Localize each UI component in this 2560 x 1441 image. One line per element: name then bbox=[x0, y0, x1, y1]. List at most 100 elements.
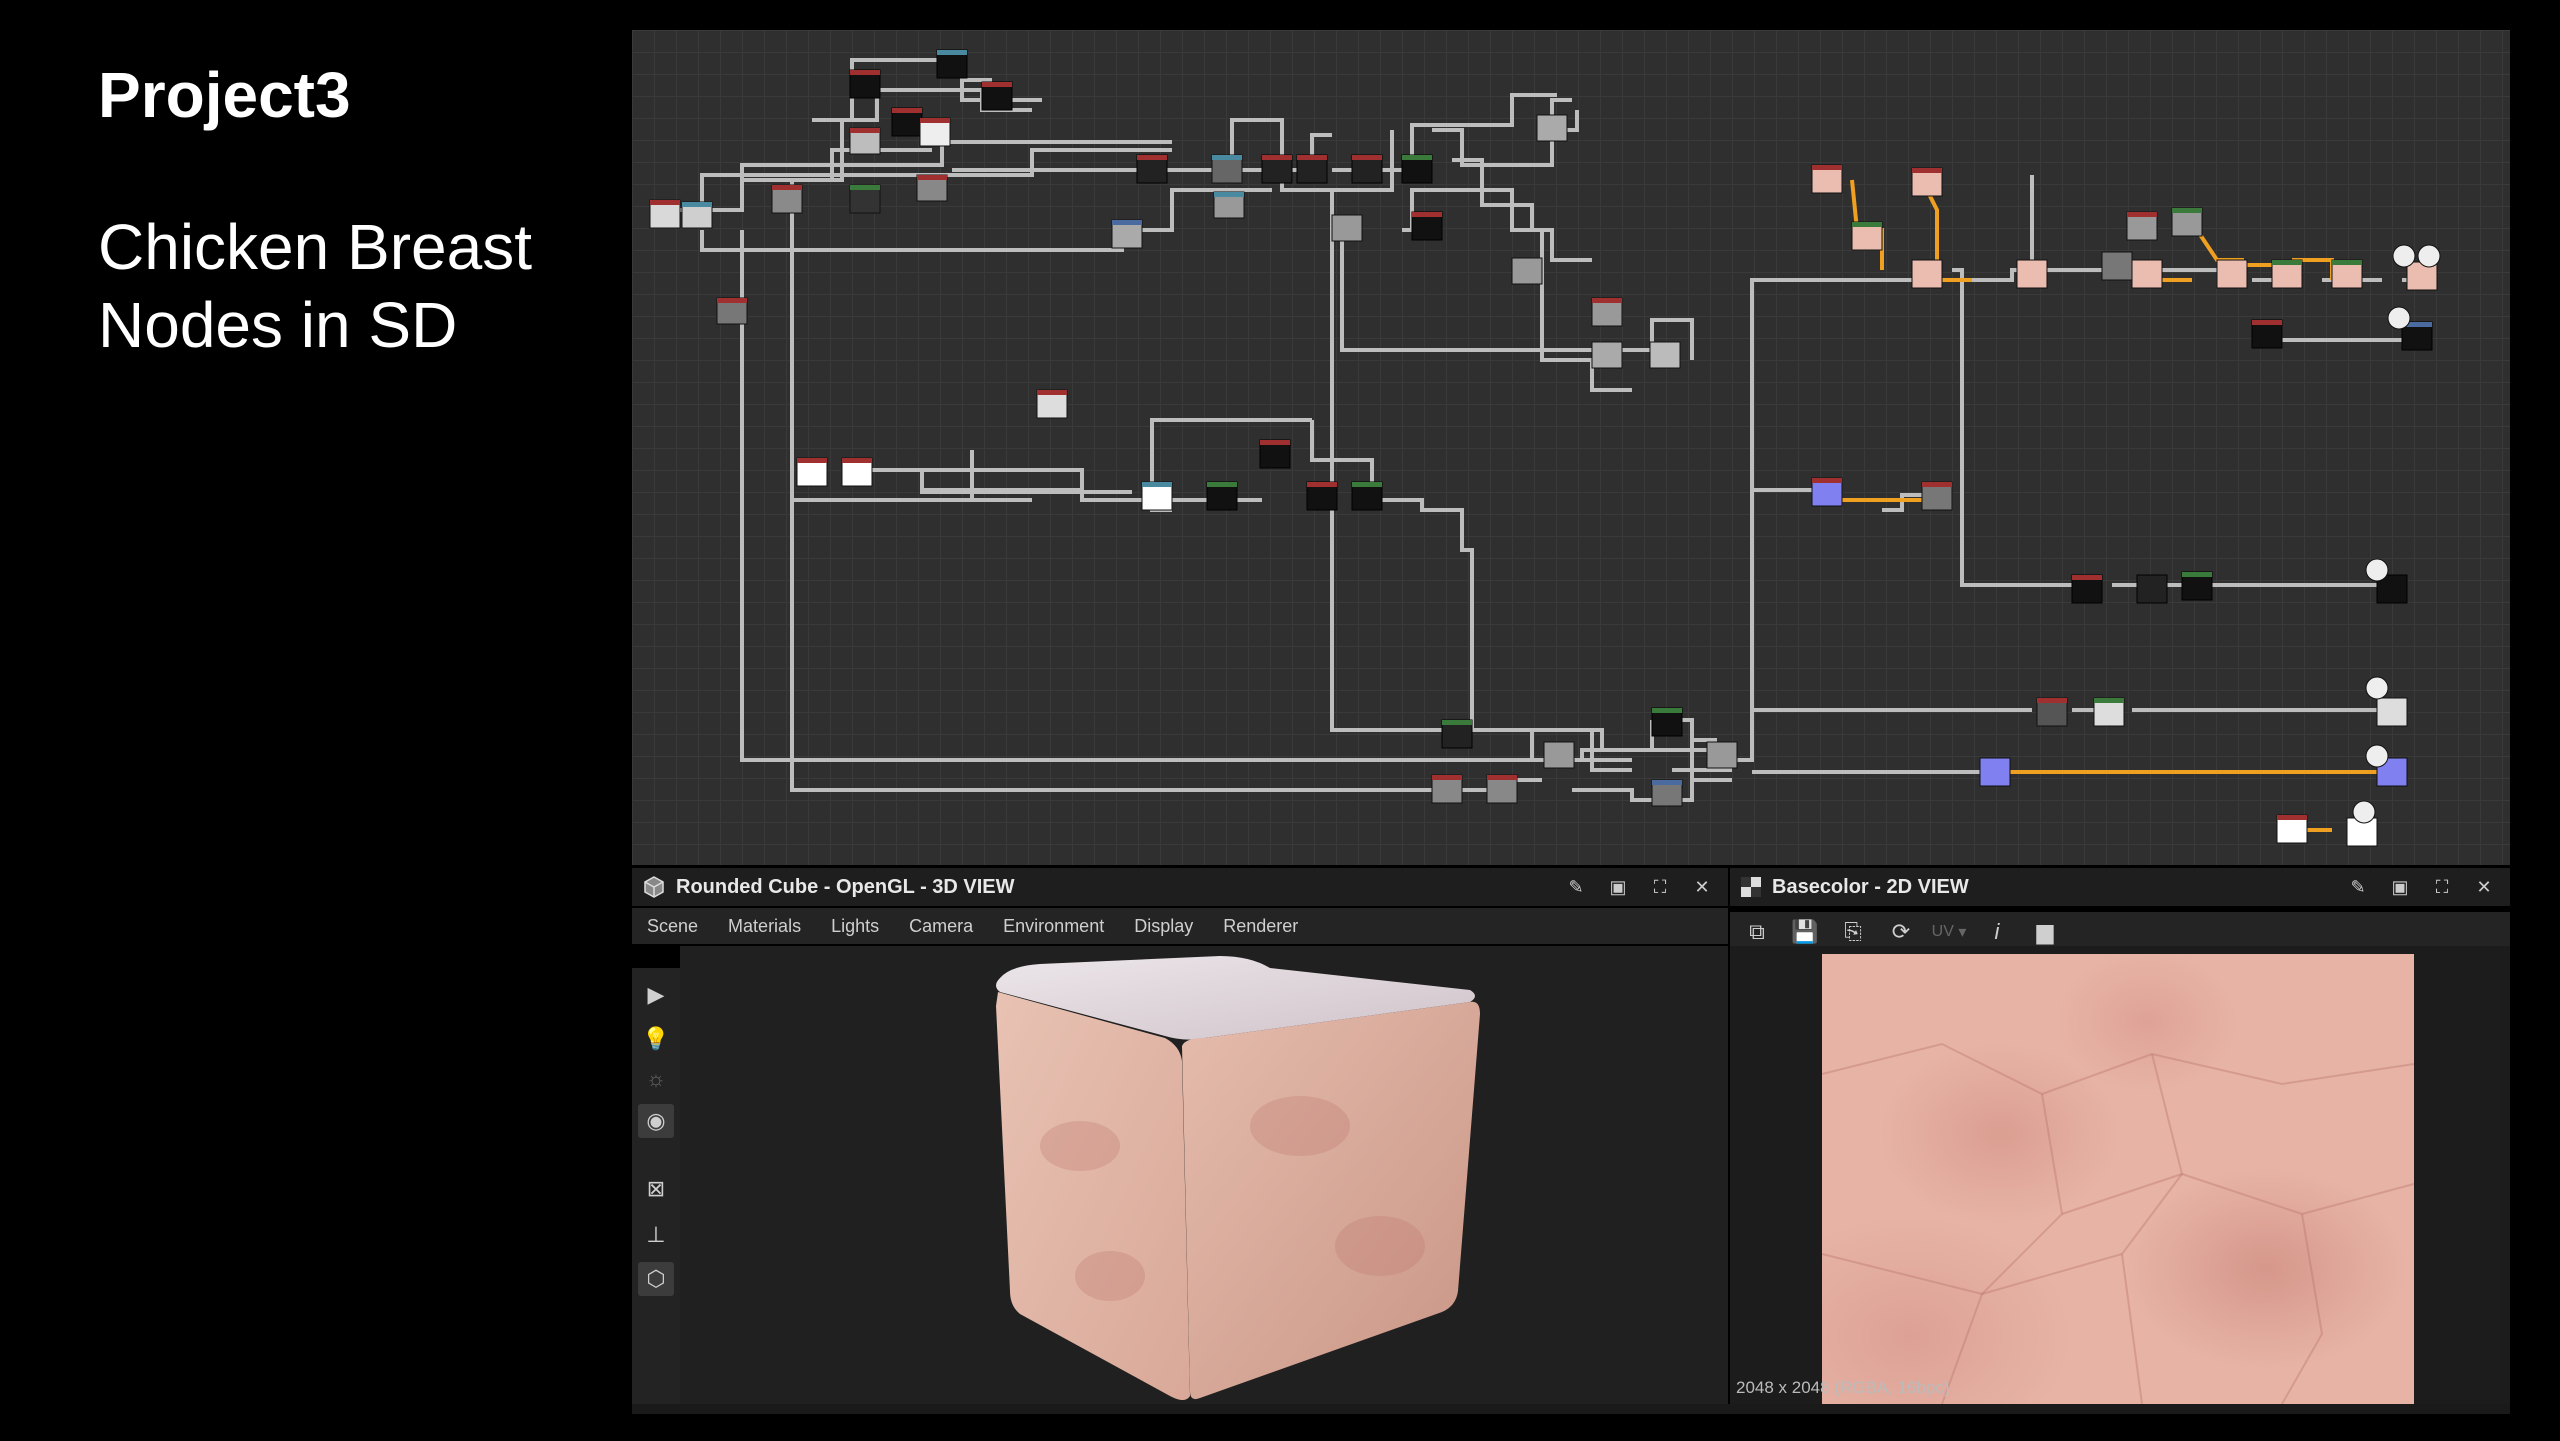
node[interactable] bbox=[1331, 214, 1363, 242]
node[interactable] bbox=[1651, 779, 1683, 807]
export-icon[interactable]: ⧉ bbox=[1740, 916, 1774, 948]
node[interactable] bbox=[936, 49, 968, 79]
menu-renderer[interactable]: Renderer bbox=[1208, 916, 1313, 937]
node[interactable] bbox=[1811, 164, 1843, 194]
menu-lights[interactable]: Lights bbox=[816, 916, 894, 937]
close-icon[interactable]: ✕ bbox=[2472, 875, 2496, 899]
node[interactable] bbox=[1911, 167, 1943, 197]
node[interactable] bbox=[2036, 697, 2068, 727]
node[interactable] bbox=[1706, 741, 1738, 769]
save-icon[interactable]: 💾 bbox=[1788, 916, 1822, 948]
node[interactable] bbox=[1261, 154, 1293, 184]
node[interactable] bbox=[1136, 154, 1168, 184]
histogram-icon[interactable]: ▆ bbox=[2028, 916, 2062, 948]
refresh-icon[interactable]: ⟳ bbox=[1884, 916, 1918, 948]
screenshot-icon[interactable]: ◉ bbox=[638, 1104, 674, 1138]
pin-icon[interactable]: ✎ bbox=[2346, 875, 2370, 899]
node[interactable] bbox=[1649, 341, 1681, 369]
node[interactable] bbox=[681, 201, 713, 229]
maximize-icon[interactable]: ⛶ bbox=[1648, 875, 1672, 899]
node[interactable] bbox=[2331, 259, 2363, 289]
node[interactable] bbox=[1306, 481, 1338, 511]
float-icon[interactable]: ▣ bbox=[1606, 875, 1630, 899]
menu-display[interactable]: Display bbox=[1119, 916, 1208, 937]
environment-icon[interactable]: ☼ bbox=[638, 1062, 674, 1096]
node[interactable] bbox=[1486, 774, 1518, 804]
pin-icon[interactable]: ✎ bbox=[1564, 875, 1588, 899]
node[interactable] bbox=[1536, 114, 1568, 142]
node[interactable] bbox=[1431, 774, 1463, 804]
node[interactable] bbox=[2016, 259, 2048, 289]
node[interactable] bbox=[1351, 481, 1383, 511]
node[interactable] bbox=[2271, 259, 2303, 289]
maximize-icon[interactable]: ⛶ bbox=[2430, 875, 2454, 899]
node-graph-svg[interactable] bbox=[632, 30, 2510, 865]
node[interactable] bbox=[2071, 574, 2103, 604]
info-icon[interactable]: i bbox=[1980, 916, 2014, 948]
node[interactable] bbox=[2276, 814, 2308, 844]
menu-materials[interactable]: Materials bbox=[713, 916, 816, 937]
cube-view-icon[interactable]: ⬡ bbox=[638, 1262, 674, 1296]
node[interactable] bbox=[919, 117, 951, 147]
node-graph-canvas[interactable] bbox=[632, 30, 2510, 865]
node[interactable] bbox=[2126, 211, 2158, 241]
node[interactable] bbox=[1036, 389, 1068, 419]
node[interactable] bbox=[1543, 741, 1575, 769]
node[interactable] bbox=[849, 127, 881, 155]
node[interactable] bbox=[1979, 757, 2011, 787]
node[interactable] bbox=[1441, 719, 1473, 749]
node[interactable] bbox=[771, 184, 803, 214]
node[interactable] bbox=[2093, 697, 2125, 727]
copy-icon[interactable]: ⎘ bbox=[1836, 916, 1870, 948]
node[interactable] bbox=[1511, 257, 1543, 285]
node[interactable] bbox=[891, 107, 923, 137]
node[interactable] bbox=[1141, 481, 1173, 511]
node[interactable] bbox=[796, 457, 828, 487]
node[interactable] bbox=[2101, 251, 2133, 281]
node[interactable] bbox=[841, 457, 873, 487]
view3d-menubar: Scene Materials Lights Camera Environmen… bbox=[632, 908, 1728, 944]
node[interactable] bbox=[716, 297, 748, 325]
node[interactable] bbox=[916, 174, 948, 202]
node[interactable] bbox=[1921, 481, 1953, 511]
node[interactable] bbox=[1296, 154, 1328, 184]
node[interactable] bbox=[1211, 154, 1243, 184]
menu-environment[interactable]: Environment bbox=[988, 916, 1119, 937]
menu-camera[interactable]: Camera bbox=[894, 916, 988, 937]
node[interactable] bbox=[1411, 211, 1443, 241]
node[interactable] bbox=[1811, 477, 1843, 507]
light-bulb-icon[interactable]: 💡 bbox=[638, 1022, 674, 1056]
node[interactable] bbox=[1651, 707, 1683, 737]
node[interactable] bbox=[2376, 697, 2408, 727]
node[interactable] bbox=[1259, 439, 1291, 469]
close-icon[interactable]: ✕ bbox=[1690, 875, 1714, 899]
node[interactable] bbox=[649, 199, 681, 229]
axis-icon[interactable]: ⊥ bbox=[638, 1218, 674, 1252]
float-icon[interactable]: ▣ bbox=[2388, 875, 2412, 899]
node[interactable] bbox=[849, 69, 881, 99]
node[interactable] bbox=[1213, 191, 1245, 219]
uv-dropdown[interactable]: UV ▾ bbox=[1932, 916, 1967, 948]
view2d-viewport[interactable] bbox=[1730, 946, 2510, 1404]
graph-nodes[interactable] bbox=[649, 49, 2438, 847]
node[interactable] bbox=[1206, 481, 1238, 511]
view3d-viewport[interactable] bbox=[680, 946, 1728, 1404]
node[interactable] bbox=[849, 184, 881, 214]
node[interactable] bbox=[1351, 154, 1383, 184]
camera-icon[interactable]: ▶ bbox=[638, 978, 674, 1012]
node[interactable] bbox=[1111, 219, 1143, 249]
node[interactable] bbox=[2136, 574, 2168, 604]
node[interactable] bbox=[2251, 319, 2283, 349]
node[interactable] bbox=[2181, 571, 2213, 601]
node[interactable] bbox=[1591, 341, 1623, 369]
wireframe-icon[interactable]: ⊠ bbox=[638, 1172, 674, 1206]
node[interactable] bbox=[2216, 259, 2248, 289]
node[interactable] bbox=[1591, 297, 1623, 327]
node[interactable] bbox=[1401, 154, 1433, 184]
menu-scene[interactable]: Scene bbox=[632, 916, 713, 937]
node[interactable] bbox=[2171, 207, 2203, 237]
node[interactable] bbox=[1911, 259, 1943, 289]
node[interactable] bbox=[1851, 221, 1883, 251]
node[interactable] bbox=[981, 81, 1013, 111]
node[interactable] bbox=[2131, 259, 2163, 289]
